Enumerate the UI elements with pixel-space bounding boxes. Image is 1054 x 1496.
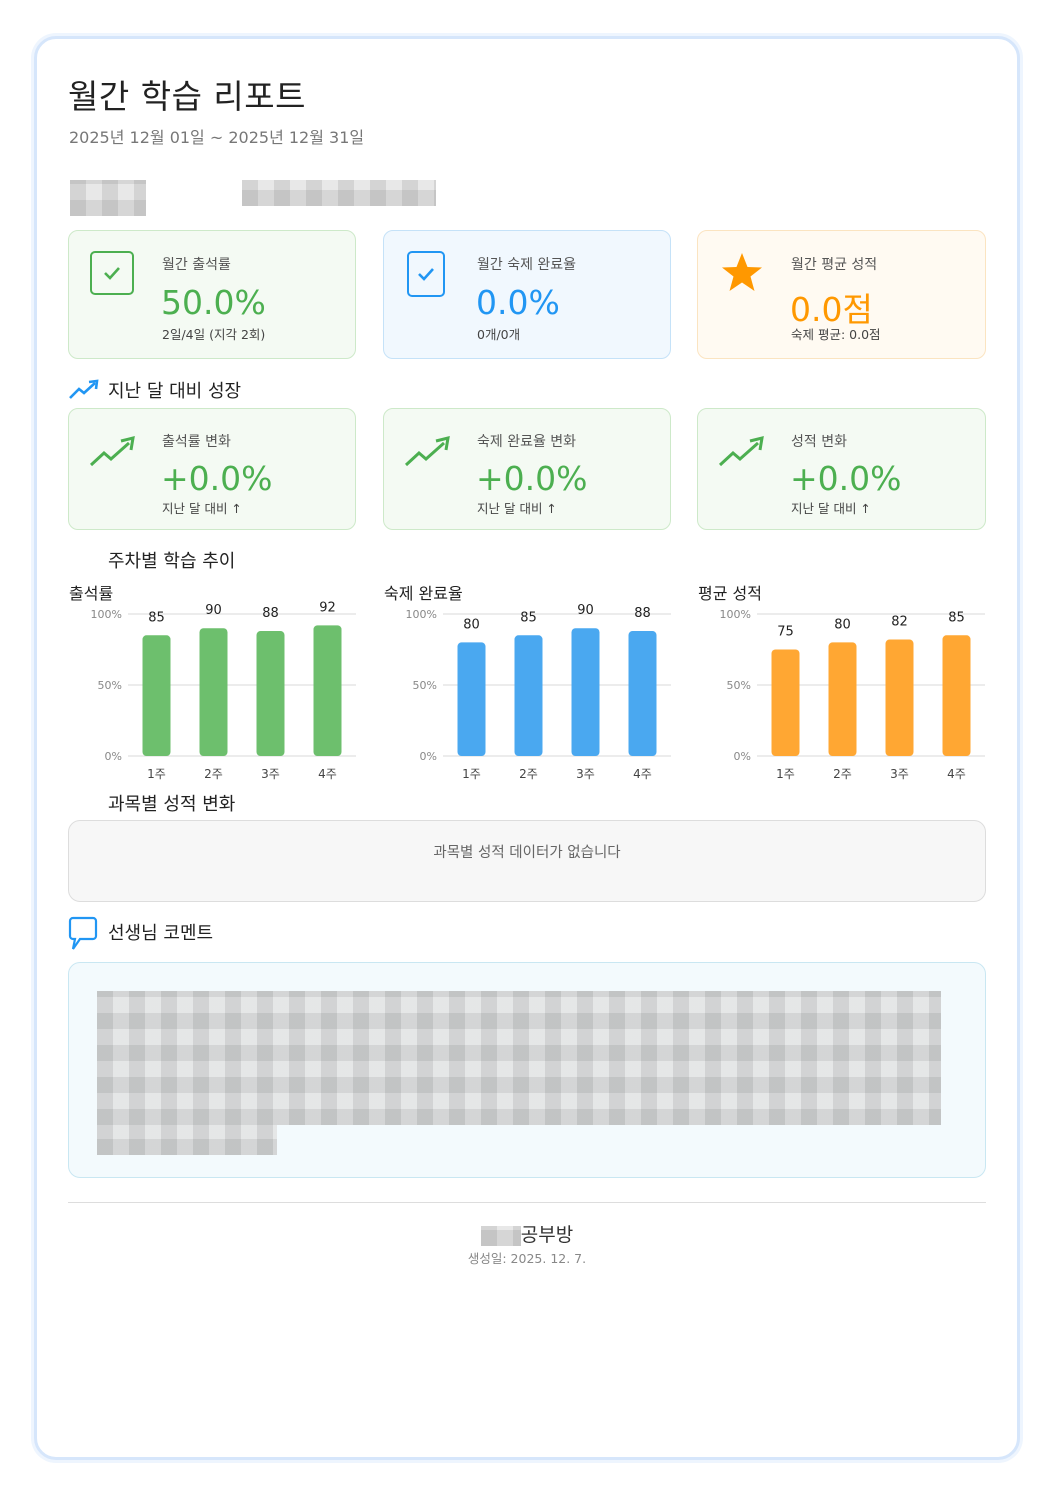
y-tick-label: 50%: [98, 679, 122, 692]
subject-empty-state: 과목별 성적 데이터가 없습니다: [68, 820, 986, 902]
x-tick-label: 3주: [576, 767, 595, 781]
data-label: 80: [834, 617, 851, 632]
growth-value: +0.0%: [161, 459, 273, 498]
footer-academy-name: 공부방: [0, 1220, 1054, 1247]
bar: [942, 635, 971, 756]
bar: [828, 642, 857, 756]
trend-up-icon: [69, 379, 99, 399]
bar: [628, 631, 657, 756]
growth-card-homework: 숙제 완료율 변화 +0.0% 지난 달 대비 ↑: [383, 408, 671, 530]
redacted-academy-prefix: [480, 1225, 521, 1246]
data-label: 82: [891, 615, 908, 630]
weekly-section-title: 주차별 학습 추이: [108, 551, 236, 572]
bar: [571, 628, 600, 756]
growth-sub: 지난 달 대비 ↑: [162, 501, 242, 516]
footer-divider: [68, 1202, 986, 1203]
data-label: 88: [262, 606, 279, 621]
x-tick-label: 1주: [462, 767, 481, 781]
summary-label: 월간 평균 성적: [791, 257, 878, 273]
summary-sub: 0개/0개: [477, 327, 521, 342]
data-label: 85: [148, 610, 165, 625]
summary-value: 0.0%: [476, 283, 560, 322]
y-tick-label: 100%: [91, 608, 122, 621]
summary-sub: 2일/4일 (지각 2회): [162, 327, 266, 342]
star-icon: [722, 253, 762, 291]
x-tick-label: 2주: [204, 767, 223, 781]
bar: [142, 635, 171, 756]
y-tick-label: 0%: [420, 750, 437, 763]
y-tick-label: 50%: [727, 679, 751, 692]
footer-created-date: 생성일: 2025. 12. 7.: [467, 1251, 587, 1266]
redacted-student-info: [242, 180, 436, 206]
summary-card-homework: 월간 숙제 완료율 0.0% 0개/0개: [383, 230, 671, 359]
growth-sub: 지난 달 대비 ↑: [477, 501, 557, 516]
growth-label: 출석률 변화: [162, 434, 231, 450]
y-tick-label: 50%: [413, 679, 437, 692]
empty-message: 과목별 성적 데이터가 없습니다: [433, 845, 621, 861]
data-label: 75: [777, 625, 794, 640]
redacted-comment-text: [97, 1125, 277, 1155]
growth-sub: 지난 달 대비 ↑: [791, 501, 871, 516]
data-label: 88: [634, 606, 651, 621]
bar-chart-homework: 100% 50% 0% 80 1주 85 2주 90 3주 88 4주: [406, 603, 671, 781]
growth-label: 숙제 완료율 변화: [477, 434, 577, 450]
bar: [771, 649, 800, 756]
data-label: 85: [520, 610, 537, 625]
x-tick-label: 3주: [261, 767, 280, 781]
growth-value: +0.0%: [790, 459, 902, 498]
x-tick-label: 3주: [890, 767, 909, 781]
redacted-comment-text: [97, 991, 941, 1125]
summary-value: 50.0%: [161, 283, 266, 322]
bar: [514, 635, 543, 756]
report-period: 2025년 12월 01일 ~ 2025년 12월 31일: [69, 128, 365, 147]
bar: [457, 642, 486, 756]
x-tick-label: 1주: [776, 767, 795, 781]
summary-card-grade: 월간 평균 성적 0.0점 숙제 평균: 0.0점: [697, 230, 986, 359]
x-tick-label: 2주: [519, 767, 538, 781]
y-tick-label: 100%: [406, 608, 437, 621]
trend-up-icon: [404, 435, 450, 467]
x-tick-label: 2주: [833, 767, 852, 781]
growth-section-title: 지난 달 대비 성장: [108, 381, 242, 402]
data-label: 92: [319, 600, 336, 615]
trend-up-icon: [718, 435, 764, 467]
bar: [313, 625, 342, 756]
bar: [885, 639, 914, 756]
summary-sub: 숙제 평균: 0.0점: [791, 327, 881, 342]
data-label: 85: [948, 610, 965, 625]
page-title: 월간 학습 리포트: [68, 77, 306, 116]
x-tick-label: 4주: [947, 767, 966, 781]
summary-label: 월간 숙제 완료율: [477, 257, 577, 273]
bar: [199, 628, 228, 756]
data-label: 90: [577, 603, 594, 618]
summary-card-attendance: 월간 출석률 50.0% 2일/4일 (지각 2회): [68, 230, 356, 359]
checkbox-icon: [407, 251, 445, 297]
teacher-comment-box: [68, 962, 986, 1178]
y-tick-label: 0%: [105, 750, 122, 763]
x-tick-label: 4주: [318, 767, 337, 781]
growth-card-attendance: 출석률 변화 +0.0% 지난 달 대비 ↑: [68, 408, 356, 530]
checkbox-icon: [90, 251, 134, 295]
x-tick-label: 4주: [633, 767, 652, 781]
summary-label: 월간 출석률: [162, 257, 231, 273]
bar-chart-attendance: 100% 50% 0% 85 1주 90 2주 88 3주 92 4주: [91, 600, 356, 781]
data-label: 80: [463, 617, 480, 632]
x-tick-label: 1주: [147, 767, 166, 781]
growth-label: 성적 변화: [791, 434, 847, 450]
redacted-student-name: [70, 180, 146, 216]
speech-bubble-icon: [68, 916, 98, 950]
trend-up-icon: [89, 435, 135, 467]
bar: [256, 631, 285, 756]
growth-card-grade: 성적 변화 +0.0% 지난 달 대비 ↑: [697, 408, 986, 530]
bar-chart-grade: 100% 50% 0% 75 1주 80 2주 82 3주 85 4주: [720, 608, 985, 781]
subject-section-title: 과목별 성적 변화: [108, 794, 236, 815]
y-tick-label: 0%: [734, 750, 751, 763]
comment-section-title: 선생님 코멘트: [108, 923, 214, 944]
growth-value: +0.0%: [476, 459, 588, 498]
data-label: 90: [205, 603, 222, 618]
y-tick-label: 100%: [720, 608, 751, 621]
